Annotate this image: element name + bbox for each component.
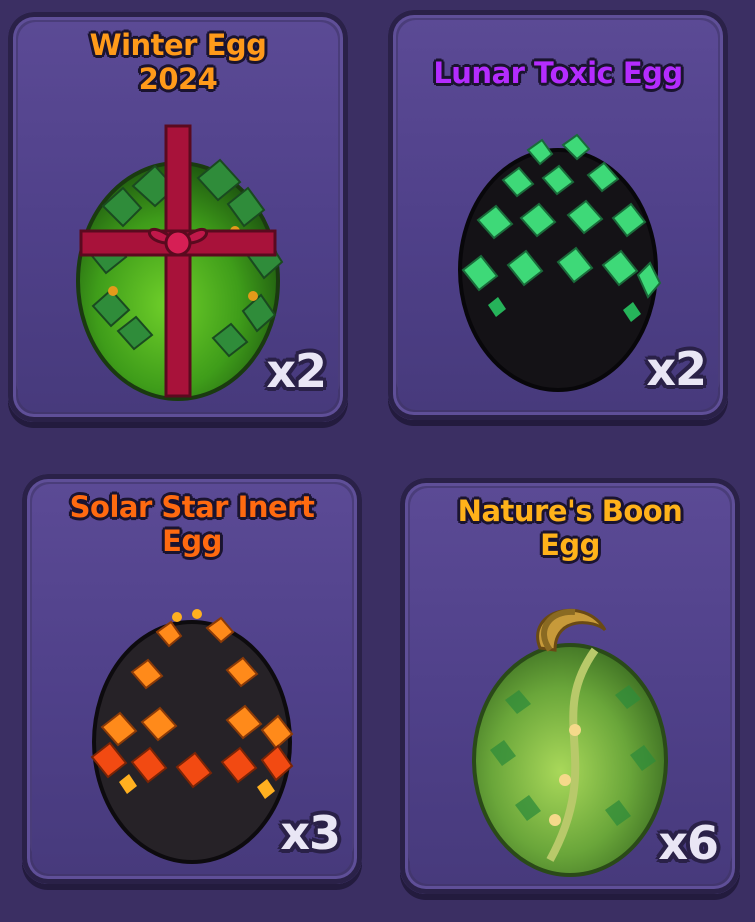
natures-boon-egg-icon [472, 608, 668, 877]
egg-slot-solar-star-inert-egg[interactable]: Solar Star Inert Egg x3 [22, 474, 362, 884]
egg-count: x2 [646, 342, 707, 396]
egg-count: x6 [658, 816, 719, 870]
egg-count: x2 [266, 344, 327, 398]
solar-star-inert-egg-icon [90, 609, 294, 864]
egg-count: x3 [280, 806, 341, 860]
egg-inventory-grid: Winter Egg 2024 x2 Lunar Toxic Egg x2 So… [0, 0, 755, 922]
egg-name: Nature's Boon Egg [457, 494, 683, 562]
winter-egg-icon [76, 124, 284, 401]
egg-slot-winter-egg-2024[interactable]: Winter Egg 2024 x2 [8, 12, 348, 422]
egg-slot-natures-boon-egg[interactable]: Nature's Boon Egg x6 [400, 478, 740, 894]
egg-name: Solar Star Inert Egg [69, 490, 315, 558]
egg-name: Winter Egg 2024 [89, 28, 267, 96]
lunar-toxic-egg-icon [458, 133, 662, 392]
egg-slot-lunar-toxic-egg[interactable]: Lunar Toxic Egg x2 [388, 10, 728, 420]
egg-name: Lunar Toxic Egg [433, 56, 683, 90]
